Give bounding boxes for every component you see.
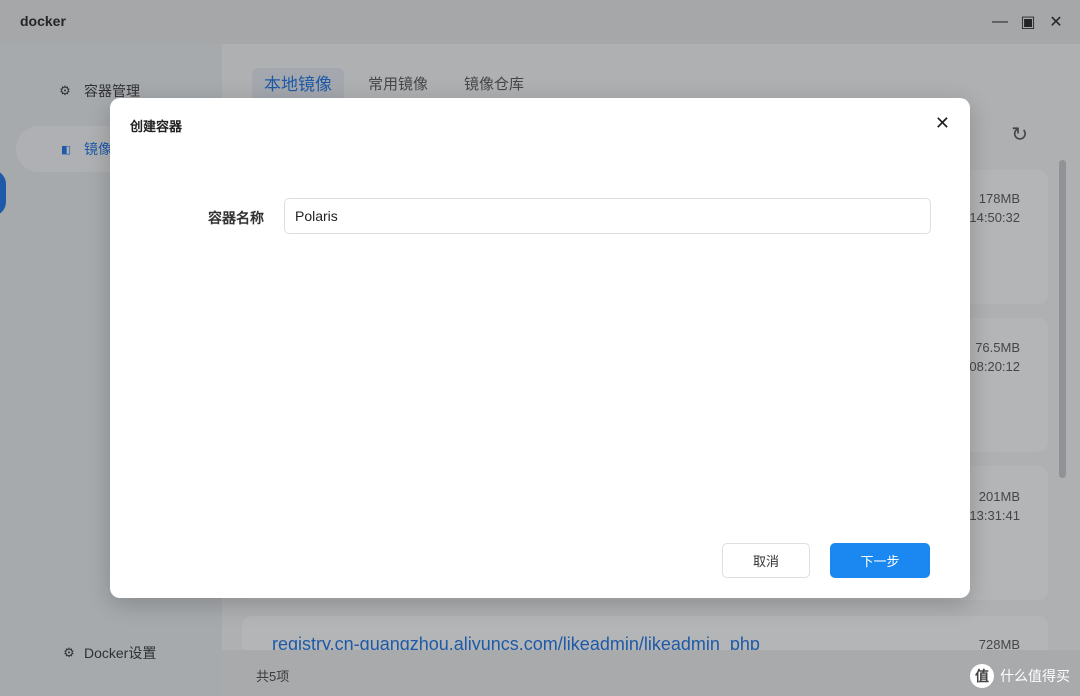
dialog-title: 创建容器 <box>130 119 183 134</box>
next-step-button[interactable]: 下一步 <box>830 543 930 578</box>
cancel-button[interactable]: 取消 <box>722 543 810 578</box>
close-icon[interactable]: ✕ <box>935 113 950 134</box>
create-container-dialog: 创建容器 ✕ 容器名称 取消 下一步 <box>110 98 970 598</box>
watermark-text: 什么值得买 <box>1000 668 1070 684</box>
watermark: 值 什么值得买 <box>970 664 1070 688</box>
container-name-label: 容器名称 <box>208 210 264 226</box>
watermark-logo: 值 <box>970 664 994 688</box>
container-name-input[interactable] <box>284 198 931 234</box>
